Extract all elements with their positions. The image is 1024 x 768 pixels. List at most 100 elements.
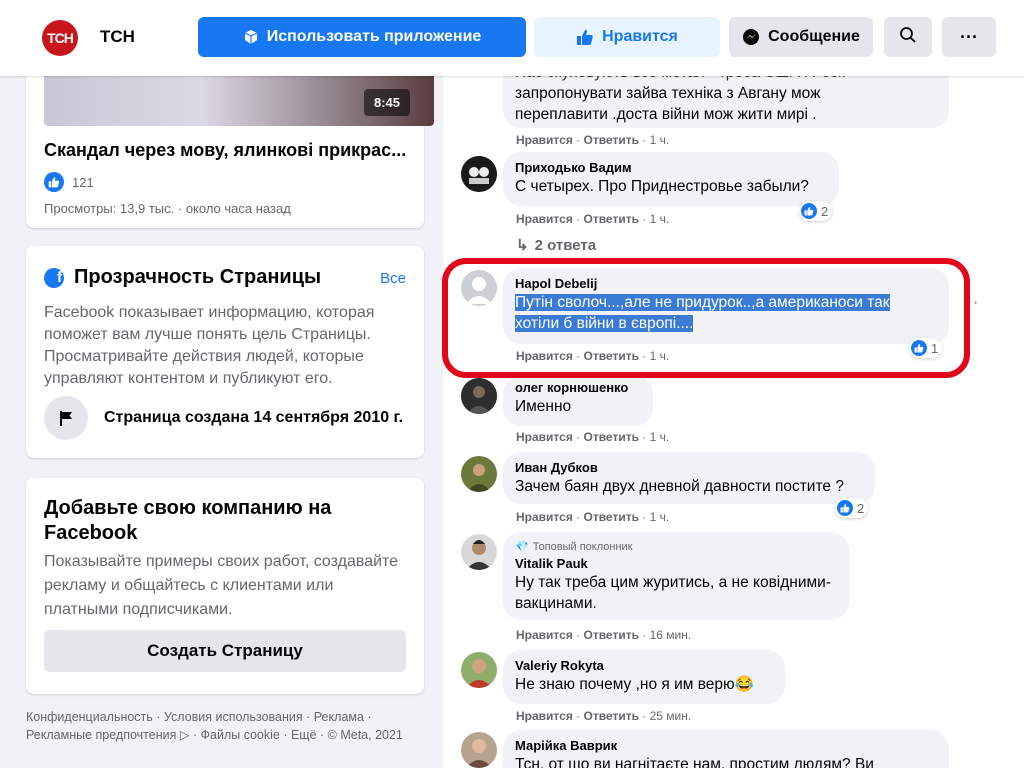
like-comment-link[interactable]: Нравится — [516, 212, 573, 226]
comment-author[interactable]: Valeriy Rokyta — [515, 658, 773, 674]
avatar[interactable] — [461, 456, 497, 492]
facebook-icon: f — [44, 267, 64, 288]
comment-time[interactable]: 25 мин. — [650, 709, 692, 723]
reply-link[interactable]: Ответить — [584, 709, 639, 723]
comment-options-icon[interactable]: · — [973, 294, 978, 312]
video-title[interactable]: Скандал через мову, ялинкові прикрас... — [44, 140, 414, 161]
video-duration: 8:45 — [363, 89, 410, 116]
comment-bubble: Valeriy Rokyta Не знаю почему ,но я им в… — [503, 650, 785, 704]
comment-author[interactable]: Приходько Вадим — [515, 160, 827, 176]
comment-line: Зачем баян двух дневной давности постите… — [515, 478, 844, 495]
comment-time[interactable]: 1 ч. — [650, 133, 670, 147]
like-comment-link[interactable]: Нравится — [516, 430, 573, 444]
reply-link[interactable]: Ответить — [584, 510, 639, 524]
avatar[interactable] — [461, 270, 497, 306]
comment-bubble: Hapol Debelij Путін сволоч...,але не при… — [503, 268, 949, 344]
comment-time[interactable]: 1 ч. — [650, 349, 670, 363]
business-description: Показывайте примеры своих работ, создава… — [44, 553, 399, 618]
like-comment-link[interactable]: Нравится — [516, 510, 573, 524]
reply-link[interactable]: Ответить — [584, 628, 639, 642]
comment-line: С четырех. Про Приднестровье забыли? — [515, 178, 809, 195]
comment-author[interactable]: олег корнюшенко — [515, 380, 641, 396]
avatar[interactable] — [461, 534, 497, 570]
like-comment-link[interactable]: Нравится — [516, 349, 573, 363]
like-label: Нравится — [602, 28, 678, 45]
like-page-button[interactable]: Нравится — [534, 17, 720, 57]
comment-bubble: Приходько Вадим С четырех. Про Приднестр… — [503, 152, 839, 206]
comment-author[interactable]: Vitalik Pauk — [515, 556, 837, 572]
comment-actions: Нравится · Ответить · 1 ч. — [516, 133, 670, 147]
selected-comment-line: Путін сволоч...,але не придурок..,а амер… — [515, 294, 890, 311]
avatar[interactable] — [461, 156, 497, 192]
reply-link[interactable]: Ответить — [584, 133, 639, 147]
business-title: Добавьте свою компанию на Facebook — [44, 497, 332, 544]
add-business-card: Добавьте свою компанию на Facebook Показ… — [26, 478, 424, 694]
comment-time[interactable]: 1 ч. — [650, 510, 670, 524]
avatar[interactable] — [461, 732, 497, 768]
comment-actions: Нравится · Ответить · 16 мин. — [516, 628, 692, 642]
comment-actions: Нравится · Ответить · 1 ч. — [516, 349, 670, 363]
comment-reactions[interactable]: 1 — [909, 338, 943, 358]
comment-bubble: 💎 Топовый поклонник Vitalik Pauk Ну так … — [503, 532, 849, 620]
like-comment-link[interactable]: Нравится — [516, 709, 573, 723]
reaction-count: 2 — [821, 203, 829, 219]
reply-arrow-icon: ↳ — [516, 237, 529, 254]
comment-time[interactable]: 1 ч. — [650, 430, 670, 444]
avatar[interactable] — [461, 378, 497, 414]
reply-link[interactable]: Ответить — [584, 430, 639, 444]
comment-line: Ну так треба цим журитись, а не ковідним… — [515, 574, 831, 591]
more-options-button[interactable]: ··· — [942, 17, 996, 57]
message-label: Сообщение — [768, 28, 860, 45]
comment-reactions[interactable]: 2 — [835, 498, 869, 518]
like-reaction-icon — [837, 500, 853, 516]
comment-time[interactable]: 1 ч. — [650, 212, 670, 226]
top-fan-badge: 💎 Топовый поклонник — [515, 540, 837, 554]
video-like-count: 121 — [72, 174, 94, 190]
comment-reactions[interactable]: 2 — [799, 201, 833, 221]
badge-label: Топовый поклонник — [532, 541, 633, 553]
comment-actions: Нравится · Ответить · 1 ч. — [516, 212, 670, 226]
thumbs-up-icon — [576, 28, 594, 46]
comment-author[interactable]: Марійка Ваврик — [515, 738, 937, 754]
page-header: ТСН ТСН Использовать приложение Нравится… — [0, 0, 1024, 76]
message-button[interactable]: Сообщение — [729, 17, 873, 57]
comment-time[interactable]: 16 мин. — [650, 628, 692, 642]
avatar[interactable] — [461, 652, 497, 688]
use-app-label: Использовать приложение — [266, 28, 482, 45]
comment-author[interactable]: Иван Дубков — [515, 460, 863, 476]
create-page-button[interactable]: Создать Страницу — [44, 630, 406, 672]
reply-link[interactable]: Ответить — [584, 349, 639, 363]
selected-comment-line: хотіли б війни в європі.... — [515, 315, 694, 332]
comment-line: Именно — [515, 398, 572, 415]
comment-bubble: Марійка Ваврик Тсн, от що ви нагнітаєте … — [503, 730, 949, 768]
search-button[interactable] — [884, 17, 932, 57]
like-reaction-icon — [801, 203, 817, 219]
messenger-icon — [742, 28, 760, 46]
see-all-link[interactable]: Все — [380, 270, 406, 287]
view-replies-link[interactable]: ↳ 2 ответа — [516, 236, 596, 255]
cube-icon — [243, 29, 259, 45]
comment-line: переплавити .доста війни мож жити мирі . — [515, 106, 817, 123]
page-logo[interactable]: ТСН — [42, 20, 78, 56]
use-app-button[interactable]: Использовать приложение — [198, 17, 526, 57]
comment-bubble: олег корнюшенко Именно — [503, 376, 653, 426]
footer-links[interactable]: Конфиденциальность · Условия использован… — [26, 708, 426, 744]
comment-actions: Нравится · Ответить · 1 ч. — [516, 510, 670, 524]
comment-author[interactable]: Hapol Debelij — [515, 276, 937, 292]
comments-panel: Нас скуповують все метал - треба США і Р… — [443, 0, 1024, 768]
more-icon: ··· — [960, 26, 978, 47]
page-name[interactable]: ТСН — [100, 27, 135, 47]
like-comment-link[interactable]: Нравится — [516, 628, 573, 642]
video-reactions[interactable]: 121 — [44, 172, 94, 192]
reaction-count: 2 — [857, 500, 865, 516]
transparency-heading: f Прозрачность Страницы — [44, 266, 321, 289]
comment-bubble: Иван Дубков Зачем баян двух дневной давн… — [503, 452, 875, 504]
like-reaction-icon — [911, 340, 927, 356]
comment-line: запропонувати зайва техніка з Авгану мож — [515, 85, 821, 102]
transparency-description: Facebook показывает информацию, которая … — [44, 304, 375, 387]
like-comment-link[interactable]: Нравится — [516, 133, 573, 147]
reply-link[interactable]: Ответить — [584, 212, 639, 226]
comment-line: вакцинами. — [515, 595, 597, 612]
comment-line: Не знаю почему ,но я им верю😂 — [515, 676, 754, 693]
reaction-count: 1 — [931, 340, 939, 356]
